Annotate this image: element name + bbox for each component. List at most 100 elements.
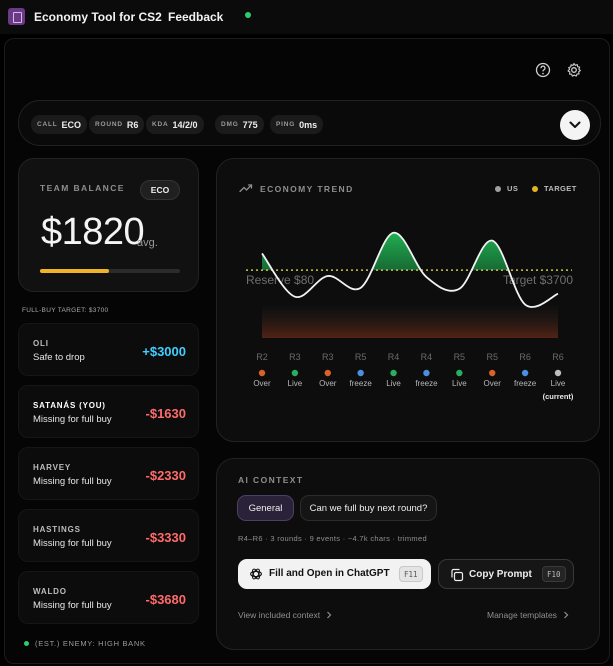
chip-value: ECO xyxy=(61,119,82,130)
chip-key: PING xyxy=(276,121,296,128)
manage-templates-label: Manage templates xyxy=(487,610,557,620)
trend-up-icon xyxy=(239,184,253,193)
ai-context-card xyxy=(216,458,600,650)
current-round-label: (current) xyxy=(543,392,574,401)
player-amount: -$3680 xyxy=(145,592,186,607)
player-row[interactable]: OLI Safe to drop +$3000 xyxy=(18,323,199,376)
call-chip: CALL ECO xyxy=(31,115,88,134)
player-status: Missing for full buy xyxy=(33,476,112,487)
team-balance-card: TEAM BALANCE ECO $1820 avg. xyxy=(18,158,199,292)
player-name: WALDO xyxy=(33,587,67,596)
player-status: Missing for full buy xyxy=(33,600,112,611)
chevron-right-icon xyxy=(564,611,569,619)
shortcut-f10: F10 xyxy=(542,566,566,582)
legend-us-swatch xyxy=(495,185,501,192)
chevron-right-icon xyxy=(327,611,332,619)
title-bar: Economy Tool for CS2 Feedback xyxy=(0,0,613,34)
legend-target: TARGET xyxy=(532,184,577,193)
round-outcome-dot xyxy=(390,369,397,377)
balance-unit: avg. xyxy=(137,237,158,249)
copy-prompt-label: Copy Prompt xyxy=(469,569,532,580)
round-outcome-label: Over xyxy=(253,379,271,388)
full-buy-target-note: FULL-BUY TARGET: $3700 xyxy=(22,307,109,314)
round-chip: ROUND R6 xyxy=(89,115,145,134)
player-amount: -$1630 xyxy=(145,406,186,421)
round-outcome-label: Live xyxy=(288,379,303,388)
eco-badge: ECO xyxy=(140,180,180,200)
round-outcome-label: freeze xyxy=(415,379,438,388)
player-row[interactable]: HASTINGS Missing for full buy -$3330 xyxy=(18,509,199,562)
chatgpt-icon xyxy=(250,568,262,580)
enemy-status-dot xyxy=(24,641,29,646)
x-tick-label: R4 xyxy=(388,352,400,362)
view-included-context-label: View included context xyxy=(238,610,321,620)
round-outcome-dot xyxy=(291,369,299,377)
x-tick-label: R3 xyxy=(289,352,301,362)
x-tick-label: R5 xyxy=(486,352,498,362)
connection-status-dot xyxy=(245,12,251,18)
legend-target-label: TARGET xyxy=(544,184,577,193)
round-outcome-dot xyxy=(456,369,463,377)
shortcut-f11: F11 xyxy=(399,566,423,582)
kda-chip: KDA 14/2/0 xyxy=(146,115,204,134)
round-outcome-dot xyxy=(357,369,364,377)
chip-value: R6 xyxy=(126,119,139,130)
balance-progress-bar xyxy=(40,269,180,273)
app-icon xyxy=(8,8,25,25)
player-name: HASTINGS xyxy=(33,525,81,534)
round-outcome-label: freeze xyxy=(350,379,373,388)
x-tick-label: R6 xyxy=(519,352,531,362)
player-amount: -$3330 xyxy=(145,530,186,545)
expand-button[interactable] xyxy=(560,110,590,140)
view-included-context-link[interactable]: View included context xyxy=(238,610,332,620)
player-name: OLI xyxy=(33,339,49,348)
chip-value: 775 xyxy=(242,119,258,130)
manage-templates-link[interactable]: Manage templates xyxy=(487,610,569,620)
feedback-menu-item[interactable]: Feedback xyxy=(168,10,223,24)
player-row[interactable]: WALDO Missing for full buy -$3680 xyxy=(18,571,199,624)
chip-key: KDA xyxy=(152,121,169,128)
x-tick-label: R3 xyxy=(322,352,334,362)
round-outcome-label: Over xyxy=(484,379,502,388)
x-tick-label: R4 xyxy=(421,352,433,362)
ai-context-title: AI CONTEXT xyxy=(238,475,304,485)
tab-full-buy-question[interactable]: Can we full buy next round? xyxy=(300,495,437,521)
round-outcome-dot xyxy=(521,369,529,377)
copy-prompt-button[interactable]: Copy Prompt F10 xyxy=(438,559,574,589)
fill-open-chatgpt-button[interactable]: Fill and Open in ChatGPT F11 xyxy=(238,559,431,589)
x-tick-label: R5 xyxy=(355,352,367,362)
player-amount: -$2330 xyxy=(145,468,186,483)
player-status: Missing for full buy xyxy=(33,538,112,549)
round-outcome-label: Over xyxy=(319,379,337,388)
ping-chip: PING 0ms xyxy=(270,115,324,134)
player-status: Safe to drop xyxy=(33,352,85,363)
app-title: Economy Tool for CS2 xyxy=(34,10,162,24)
chip-key: ROUND xyxy=(95,121,123,128)
gear-icon[interactable] xyxy=(565,61,583,79)
x-tick-label: R5 xyxy=(454,352,466,362)
round-outcome-dot xyxy=(489,369,496,377)
chip-key: CALL xyxy=(37,121,58,128)
economy-trend-title: ECONOMY TREND xyxy=(260,184,354,194)
chevron-down-icon xyxy=(569,121,581,128)
context-summary: R4–R6 · 3 rounds · 9 events · ~4.7k char… xyxy=(238,534,427,543)
match-info-bar: CALL ECO ROUND R6 KDA 14/2/0 DMG 775 PIN… xyxy=(18,100,601,146)
player-row[interactable]: HARVEY Missing for full buy -$2330 xyxy=(18,447,199,500)
legend-target-swatch xyxy=(532,185,538,192)
help-icon[interactable] xyxy=(534,61,552,79)
team-balance-label: TEAM BALANCE xyxy=(40,183,125,193)
player-status: Missing for full buy xyxy=(33,414,112,425)
x-tick-label: R2 xyxy=(256,352,268,362)
fill-open-chatgpt-label: Fill and Open in ChatGPT xyxy=(269,568,390,579)
round-outcome-label: Live xyxy=(551,379,566,388)
round-outcome-dot xyxy=(423,369,430,377)
round-outcome-dot xyxy=(258,369,266,377)
copy-icon xyxy=(451,568,464,582)
chip-value: 14/2/0 xyxy=(172,119,198,130)
economy-trend-chart: Reserve $80 Target $3700R2OverR3LiveR3Ove… xyxy=(246,231,574,401)
player-row[interactable]: SATANÁS (YOU) Missing for full buy -$163… xyxy=(18,385,199,438)
enemy-estimate: (EST.) ENEMY: HIGH BANK xyxy=(24,639,146,648)
chip-key: DMG xyxy=(221,121,239,128)
tab-general[interactable]: General xyxy=(237,495,294,521)
enemy-estimate-text: (EST.) ENEMY: HIGH BANK xyxy=(35,639,146,648)
